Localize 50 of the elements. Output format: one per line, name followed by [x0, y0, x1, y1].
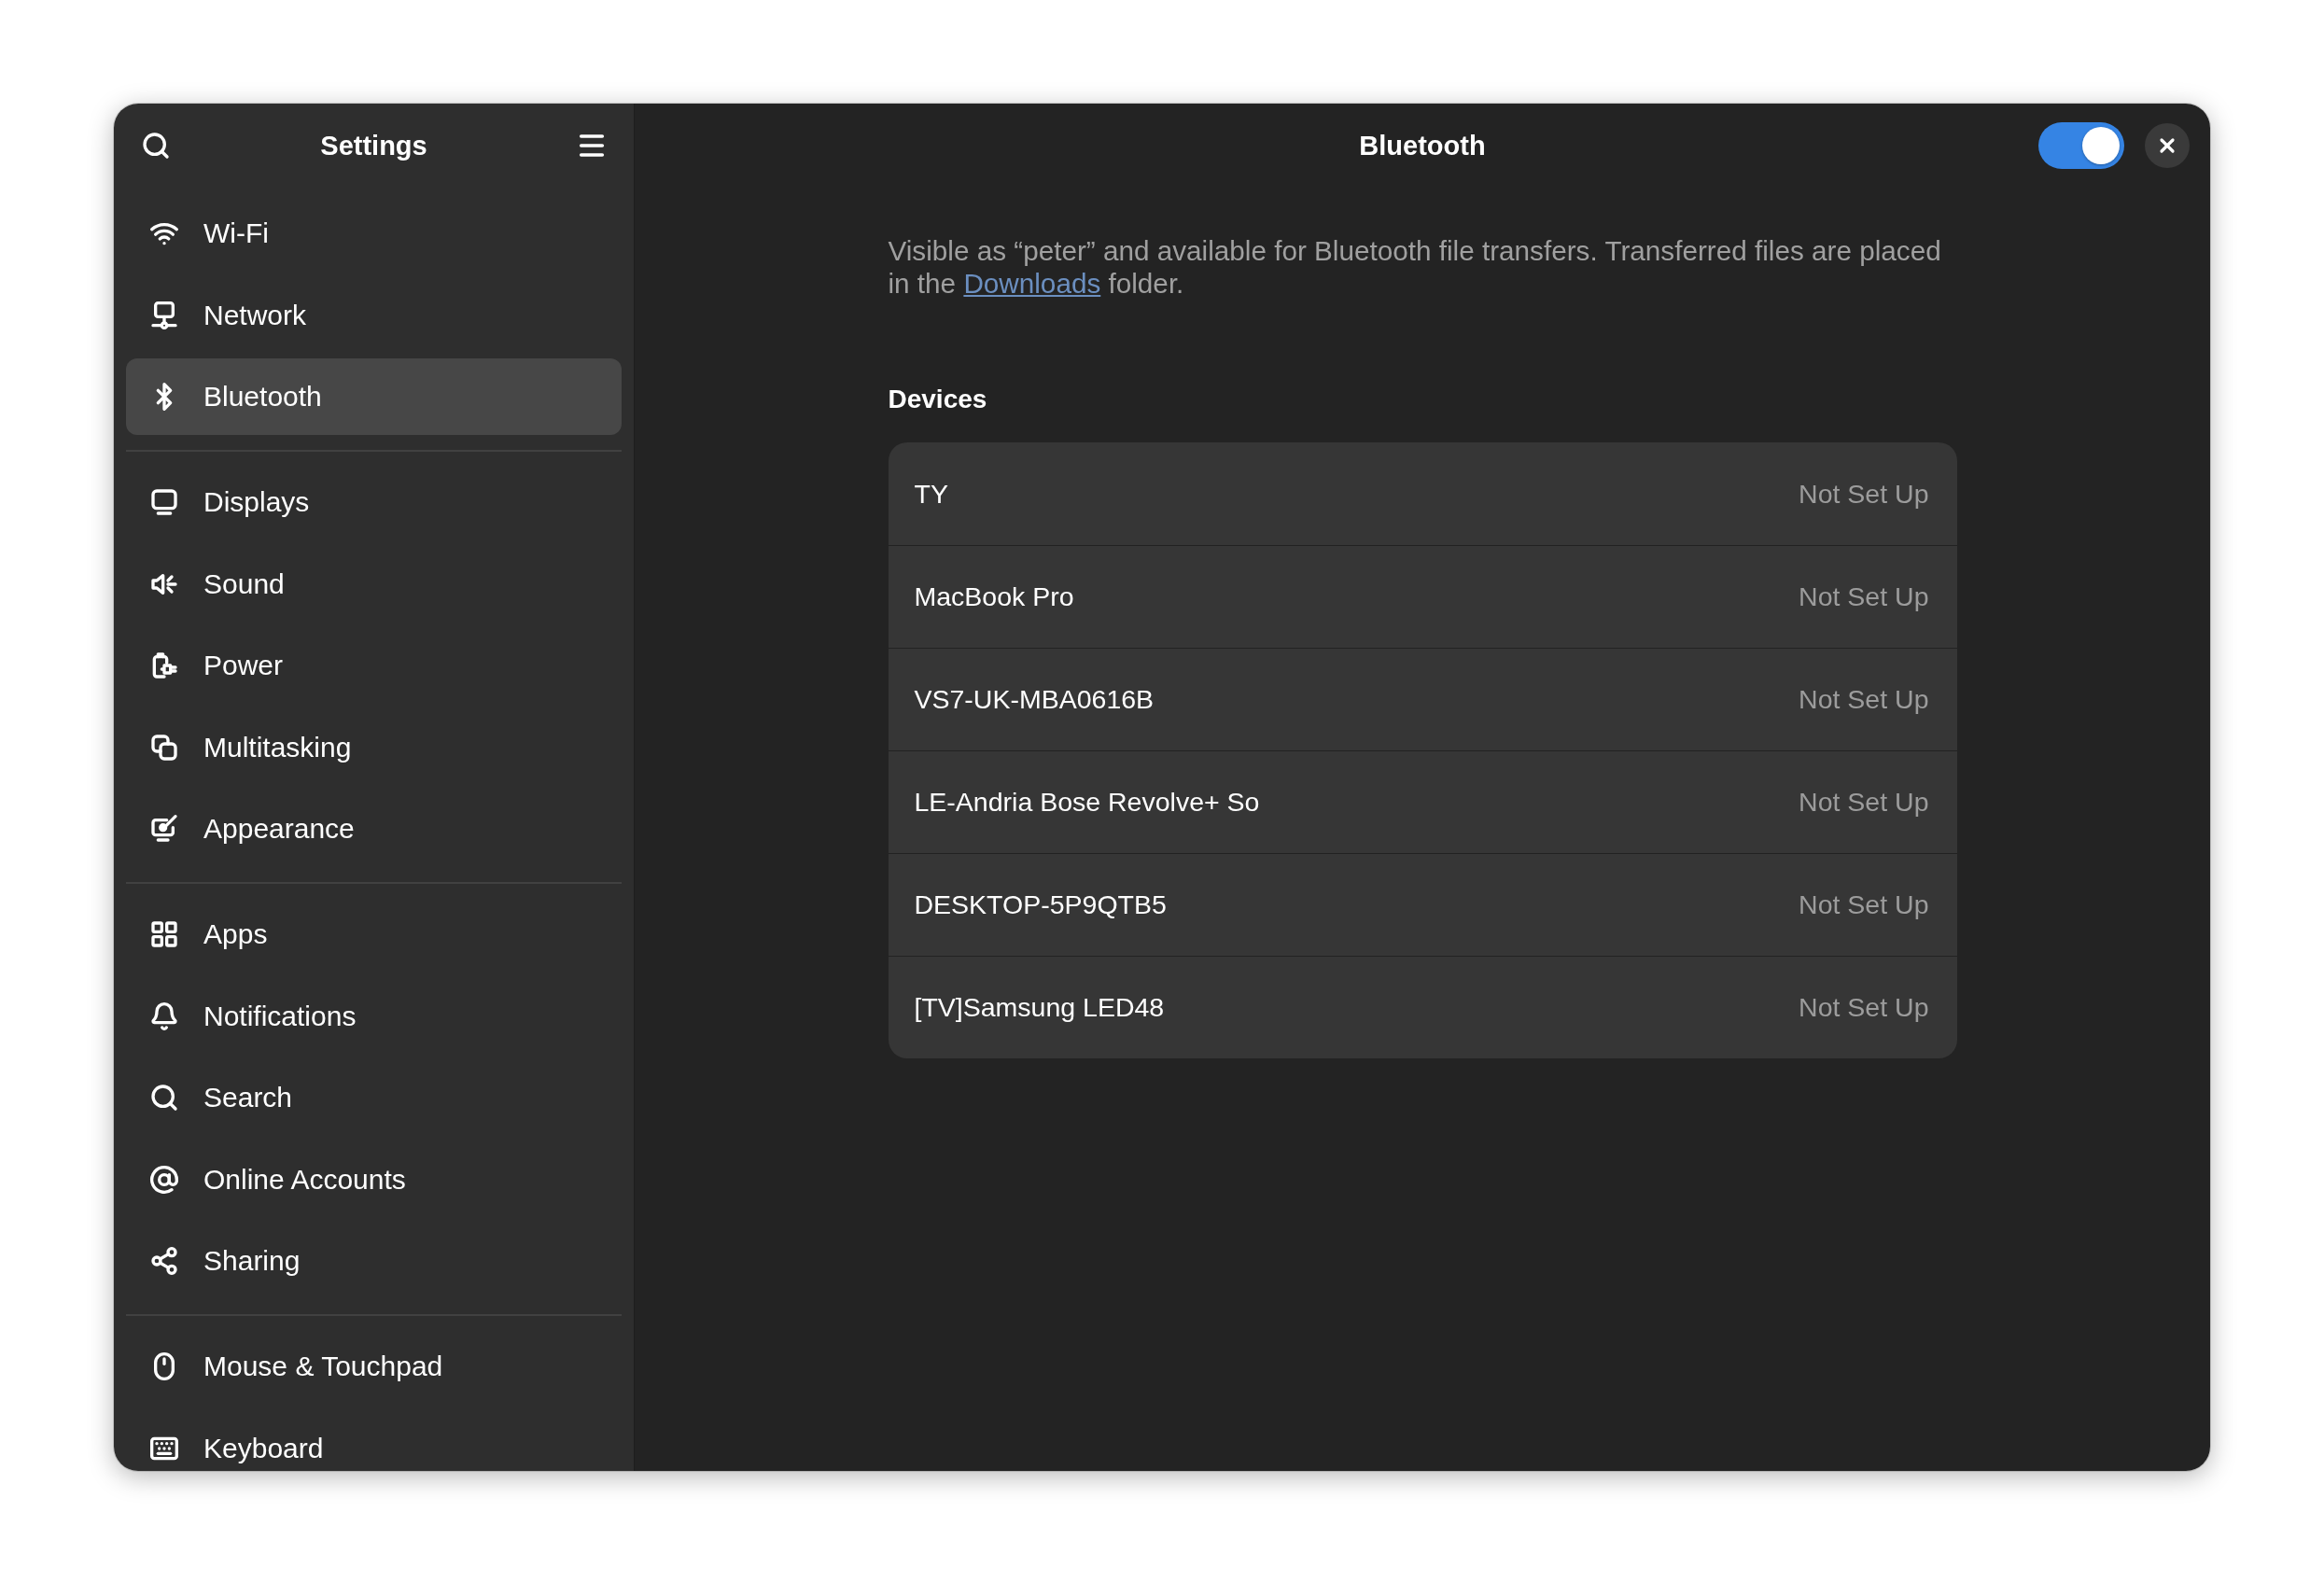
- sidebar-item[interactable]: Appearance: [126, 791, 622, 867]
- sidebar-item[interactable]: Apps: [126, 896, 622, 973]
- sidebar-item[interactable]: Search: [126, 1059, 622, 1136]
- sidebar-item[interactable]: Wi-Fi: [126, 195, 622, 272]
- search-icon: [141, 131, 171, 161]
- device-name: DESKTOP-5P9QTB5: [914, 889, 1167, 920]
- sidebar-item[interactable]: Online Accounts: [126, 1141, 622, 1218]
- device-status: Not Set Up: [1799, 684, 1929, 715]
- description-text: Visible as “peter” and available for Bluetooth file transfers. Transferred files are placed in the Downloads folder.: [888, 234, 1942, 300]
- sidebar-item[interactable]: Sound: [126, 545, 622, 623]
- device-row[interactable]: LE-Andria Bose Revolve+ So Not Set Up: [888, 750, 1957, 853]
- sidebar-title: Settings: [319, 130, 428, 161]
- sidebar-item[interactable]: Notifications: [126, 977, 622, 1055]
- section-heading: Devices: [888, 384, 988, 415]
- device-row[interactable]: VS7-UK-MBA0616B Not Set Up: [888, 648, 1957, 750]
- device-name: LE-Andria Bose Revolve+ So: [914, 787, 1260, 818]
- sidebar-item[interactable]: Mouse & Touchpad: [126, 1328, 622, 1405]
- device-status: Not Set Up: [1799, 581, 1929, 612]
- close-button[interactable]: [2145, 123, 2190, 168]
- device-name: [TV]Samsung LED48: [914, 992, 1165, 1023]
- toggle-switch[interactable]: [2038, 122, 2124, 169]
- sidebar-item[interactable]: Network: [126, 276, 622, 354]
- device-row[interactable]: [TV]Samsung LED48 Not Set Up: [888, 956, 1957, 1058]
- sidebar-item[interactable]: Multitasking: [126, 708, 622, 786]
- sidebar-item[interactable]: Sharing: [126, 1223, 622, 1299]
- device-name: MacBook Pro: [914, 581, 1074, 612]
- sidebar-item[interactable]: Power: [126, 627, 622, 704]
- device-name: TY: [914, 478, 948, 510]
- sidebar-item[interactable]: Bluetooth: [126, 358, 622, 435]
- share-icon: [149, 1246, 179, 1276]
- device-name: VS7-UK-MBA0616B: [914, 684, 1155, 715]
- network-computer-icon: [149, 300, 179, 330]
- search-icon: [149, 1083, 179, 1113]
- device-status: Not Set Up: [1799, 992, 1929, 1023]
- overlapping-windows-icon: [149, 732, 179, 763]
- display-icon: [149, 487, 179, 517]
- device-row[interactable]: MacBook Pro Not Set Up: [888, 545, 1957, 648]
- sidebar-item[interactable]: Displays: [126, 464, 622, 540]
- page-title: Bluetooth: [1359, 130, 1486, 161]
- device-row[interactable]: TY Not Set Up: [888, 442, 1957, 545]
- at-sign-icon: [149, 1164, 179, 1195]
- device-status: Not Set Up: [1799, 478, 1929, 510]
- device-status: Not Set Up: [1799, 889, 1929, 920]
- folder-link[interactable]: Downloads: [963, 268, 1101, 299]
- bell-icon: [149, 1001, 179, 1031]
- device-status: Not Set Up: [1799, 787, 1929, 818]
- sidebar-item[interactable]: Keyboard: [126, 1409, 622, 1471]
- device-row[interactable]: DESKTOP-5P9QTB5 Not Set Up: [888, 853, 1957, 956]
- grid-icon: [149, 919, 179, 949]
- monitor-brush-icon: [149, 814, 179, 844]
